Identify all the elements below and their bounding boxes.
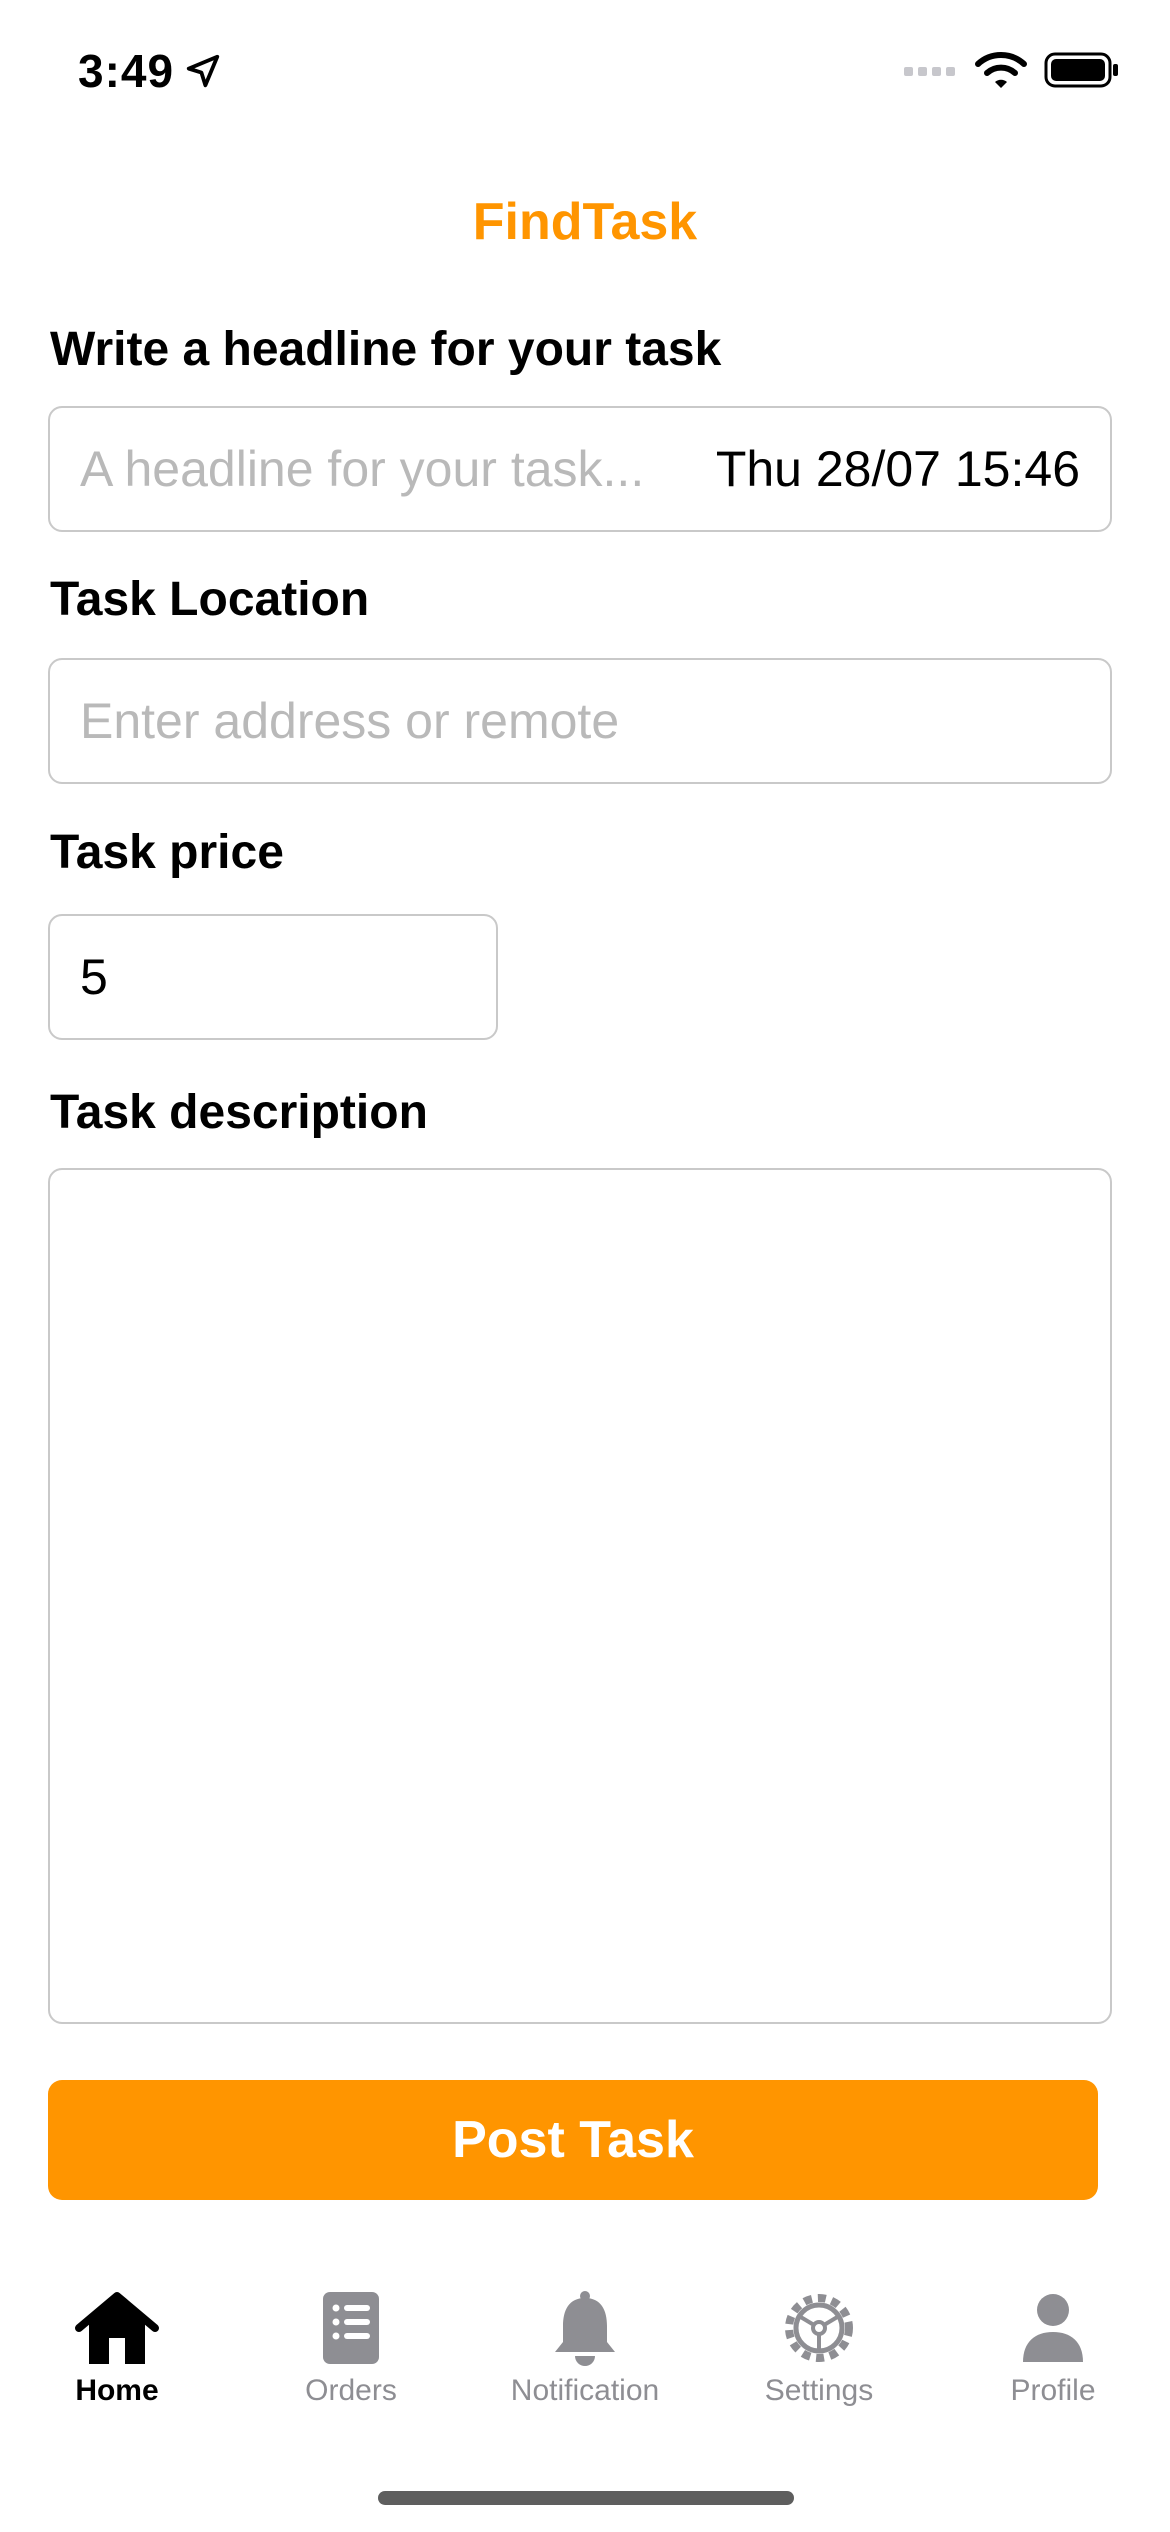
headline-label: Write a headline for your task: [50, 323, 722, 376]
price-value: 5: [80, 949, 108, 1005]
tab-settings[interactable]: Settings: [702, 2290, 936, 2440]
orders-icon: [323, 2292, 379, 2364]
tab-orders-label: Orders: [305, 2374, 397, 2407]
tab-profile[interactable]: Profile: [936, 2290, 1170, 2440]
cellular-signal-icon: [904, 67, 955, 76]
location-label: Task Location: [50, 573, 370, 626]
home-icon: [75, 2292, 159, 2364]
tab-profile-label: Profile: [1010, 2374, 1096, 2407]
tab-notification-label: Notification: [510, 2374, 660, 2407]
price-label: Task price: [50, 826, 284, 879]
clock-text: 3:49: [78, 45, 175, 97]
location-input[interactable]: Enter address or remote: [48, 658, 1112, 784]
gear-icon: [785, 2294, 853, 2362]
person-icon: [1023, 2294, 1083, 2362]
location-placeholder: Enter address or remote: [80, 693, 620, 749]
tab-settings-label: Settings: [764, 2374, 874, 2407]
app-title: FindTask: [472, 193, 698, 251]
status-bar-indicators: [904, 50, 1120, 90]
tab-notification[interactable]: Notification: [468, 2290, 702, 2440]
wifi-icon: [975, 52, 1027, 88]
battery-icon: [1044, 52, 1118, 88]
status-bar-time: 3:49: [78, 44, 222, 98]
post-task-button[interactable]: Post Task: [48, 2080, 1098, 2200]
headline-input[interactable]: A headline for your task... Thu 28/07 15…: [48, 406, 1112, 532]
tab-orders[interactable]: Orders: [234, 2290, 468, 2440]
headline-placeholder: A headline for your task...: [80, 441, 645, 497]
date-picker[interactable]: Thu 28/07 15:46: [716, 440, 1080, 498]
price-input[interactable]: 5: [48, 914, 498, 1040]
tab-home-label: Home: [75, 2374, 159, 2407]
tab-bar: Home Orders Notification Settings Profil…: [0, 2290, 1170, 2440]
description-label: Task description: [50, 1086, 428, 1139]
location-arrow-icon: [186, 54, 220, 88]
bell-icon: [555, 2291, 615, 2366]
description-textarea[interactable]: [48, 1168, 1112, 2024]
home-indicator[interactable]: [378, 2491, 794, 2505]
tab-home[interactable]: Home: [0, 2290, 234, 2440]
